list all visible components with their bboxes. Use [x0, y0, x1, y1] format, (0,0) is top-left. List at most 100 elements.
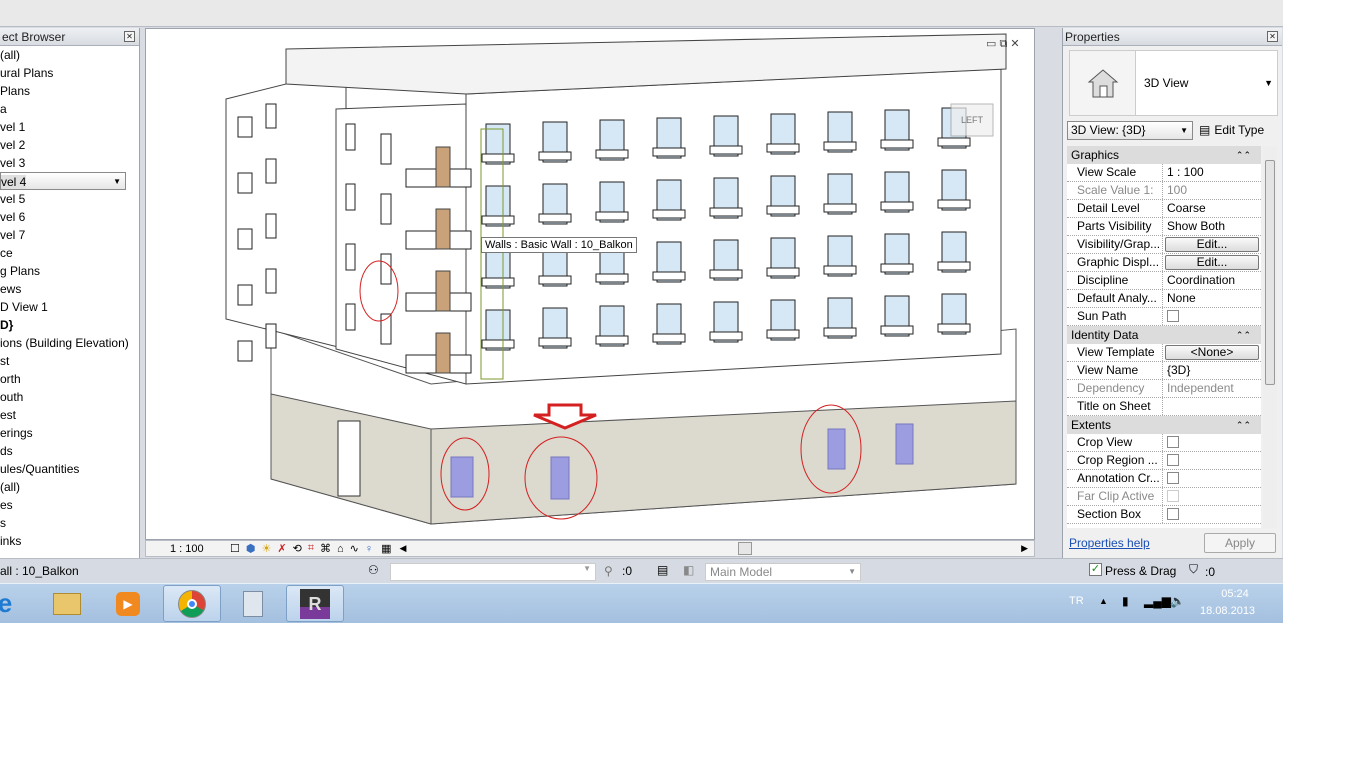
browser-item[interactable]: vel 2 [0, 136, 139, 154]
property-label: Title on Sheet [1067, 398, 1163, 415]
property-checkbox[interactable] [1167, 454, 1179, 466]
design-option-select[interactable]: ▼ [390, 563, 596, 581]
close-icon[interactable]: ✕ [124, 31, 135, 42]
browser-item[interactable]: vel 5 [0, 190, 139, 208]
window-shape [937, 199, 971, 209]
browser-item[interactable]: orth [0, 370, 139, 388]
collapse-icon[interactable]: ⌃⌃ [1236, 146, 1251, 164]
property-value[interactable]: Coarse [1167, 201, 1206, 215]
property-value[interactable]: 1 : 100 [1167, 165, 1204, 179]
lock-view-icon[interactable]: ⌂ [337, 543, 344, 555]
volume-icon[interactable]: 🔈 [1170, 594, 1185, 608]
hide-isolate-icon[interactable]: ∿ [350, 542, 359, 555]
properties-help-link[interactable]: Properties help [1069, 536, 1150, 550]
visual-style-icon[interactable]: ⬢ [246, 542, 256, 555]
browser-item[interactable]: ules/Quantities [0, 460, 139, 478]
browser-item[interactable]: (all) [0, 478, 139, 496]
property-value[interactable]: Show Both [1167, 219, 1225, 233]
crop-icon[interactable]: ⌗ [308, 542, 314, 555]
browser-item[interactable]: a [0, 100, 139, 118]
sun-path-icon[interactable]: ☀ [261, 542, 271, 555]
scroll-right[interactable]: ▶ [1021, 543, 1028, 554]
browser-item[interactable]: D} [0, 316, 139, 334]
reveal-icon[interactable]: ♀ [365, 543, 373, 555]
browser-item[interactable]: inks [0, 532, 139, 550]
property-button[interactable]: Edit... [1165, 237, 1259, 252]
property-group-header[interactable]: Extents ⌃⌃ [1067, 416, 1261, 434]
chrome-icon[interactable] [163, 585, 221, 622]
collapse-icon[interactable]: ⌃⌃ [1236, 416, 1251, 434]
property-group-header[interactable]: Identity Data ⌃⌃ [1067, 326, 1261, 344]
browser-item[interactable]: vel 6 [0, 208, 139, 226]
window-shape [823, 141, 857, 151]
browser-item[interactable]: outh [0, 388, 139, 406]
explorer-icon[interactable] [38, 585, 96, 622]
property-button[interactable]: Edit... [1165, 255, 1259, 270]
detail-level-icon[interactable]: ☐ [230, 542, 240, 555]
revit-icon[interactable]: R [286, 585, 344, 622]
close-icon[interactable]: ✕ [1267, 31, 1278, 42]
horizontal-scrollbar[interactable] [738, 542, 752, 555]
window-shape [237, 172, 253, 194]
crop-show-icon[interactable]: ⌘ [320, 542, 331, 555]
browser-item[interactable]: Plans [0, 82, 139, 100]
property-checkbox[interactable] [1167, 508, 1179, 520]
view-scale[interactable]: 1 : 100 [170, 543, 230, 555]
viewcube-label[interactable]: LEFT [952, 115, 992, 125]
browser-item[interactable]: vel 1 [0, 118, 139, 136]
collapse-icon[interactable]: ⌃⌃ [1236, 326, 1251, 344]
browser-item[interactable]: ural Plans [0, 64, 139, 82]
browser-item[interactable]: D View 1 [0, 298, 139, 316]
browser-item[interactable]: g Plans [0, 262, 139, 280]
browser-item[interactable]: es [0, 496, 139, 514]
instance-selector[interactable]: 3D View: {3D} [1067, 120, 1193, 140]
window-shape [481, 339, 515, 349]
scroll-left[interactable]: ◀ [400, 543, 407, 554]
browser-item[interactable]: erings [0, 424, 139, 442]
property-group-header[interactable]: Graphics ⌃⌃ [1067, 146, 1261, 164]
media-player-icon[interactable]: ▶ [99, 585, 157, 622]
browser-item[interactable]: ds [0, 442, 139, 460]
ie-icon[interactable]: e [0, 585, 34, 622]
language-indicator[interactable]: TR [1069, 595, 1084, 607]
browser-item[interactable]: vel 4 [0, 172, 126, 191]
3d-viewport[interactable]: ▭ ⧉ ✕ LEFT Walls : Basic Wall : 10_Balko… [145, 28, 1035, 540]
properties-scrollbar[interactable] [1263, 146, 1277, 528]
property-button[interactable]: <None> [1165, 345, 1259, 360]
property-value[interactable]: {3D} [1167, 363, 1190, 377]
press-drag-checkbox[interactable]: ✓ [1089, 563, 1102, 576]
edit-type-button[interactable]: Edit Type [1214, 123, 1264, 137]
property-checkbox[interactable] [1167, 472, 1179, 484]
clock-date[interactable]: 18.08.2013 [1200, 605, 1255, 617]
worksets-icon[interactable]: ⚇ [368, 563, 379, 577]
browser-item[interactable]: st [0, 352, 139, 370]
edit-type-icon[interactable]: ▤ [1199, 123, 1210, 137]
browser-item[interactable]: est [0, 406, 139, 424]
property-value[interactable]: None [1167, 291, 1196, 305]
chevron-down-icon[interactable]: ▼ [1264, 78, 1273, 88]
browser-item[interactable]: s [0, 514, 139, 532]
network-icon[interactable]: ▂▄▆ [1144, 594, 1171, 608]
power-icon[interactable]: ▮ [1122, 594, 1129, 608]
browser-item[interactable]: ce [0, 244, 139, 262]
filter-icon[interactable]: ⛉ [1189, 562, 1198, 577]
property-checkbox[interactable] [1167, 436, 1179, 448]
editable-only-icon[interactable]: ▤ [657, 563, 668, 577]
active-only-icon[interactable]: ◧ [683, 563, 694, 577]
browser-item[interactable]: vel 3 [0, 154, 139, 172]
type-selector[interactable]: 3D View ▼ [1069, 50, 1278, 116]
tray-expand-icon[interactable]: ▲ [1099, 596, 1108, 606]
browser-item[interactable]: ions (Building Elevation) [0, 334, 139, 352]
apply-button[interactable]: Apply [1204, 533, 1276, 553]
browser-item[interactable]: vel 7 [0, 226, 139, 244]
analytical-icon[interactable]: ▦ [381, 542, 391, 555]
shadows-icon[interactable]: ✗ [277, 542, 286, 555]
calculator-icon[interactable] [224, 585, 282, 622]
workset-select[interactable]: Main Model ▼ [705, 563, 861, 581]
browser-item[interactable]: ews [0, 280, 139, 298]
property-value[interactable]: Coordination [1167, 273, 1235, 287]
clock-time[interactable]: 05:24 [1215, 588, 1255, 600]
browser-item[interactable]: (all) [0, 46, 139, 64]
render-icon[interactable]: ⟲ [293, 542, 302, 555]
property-checkbox[interactable] [1167, 310, 1179, 322]
